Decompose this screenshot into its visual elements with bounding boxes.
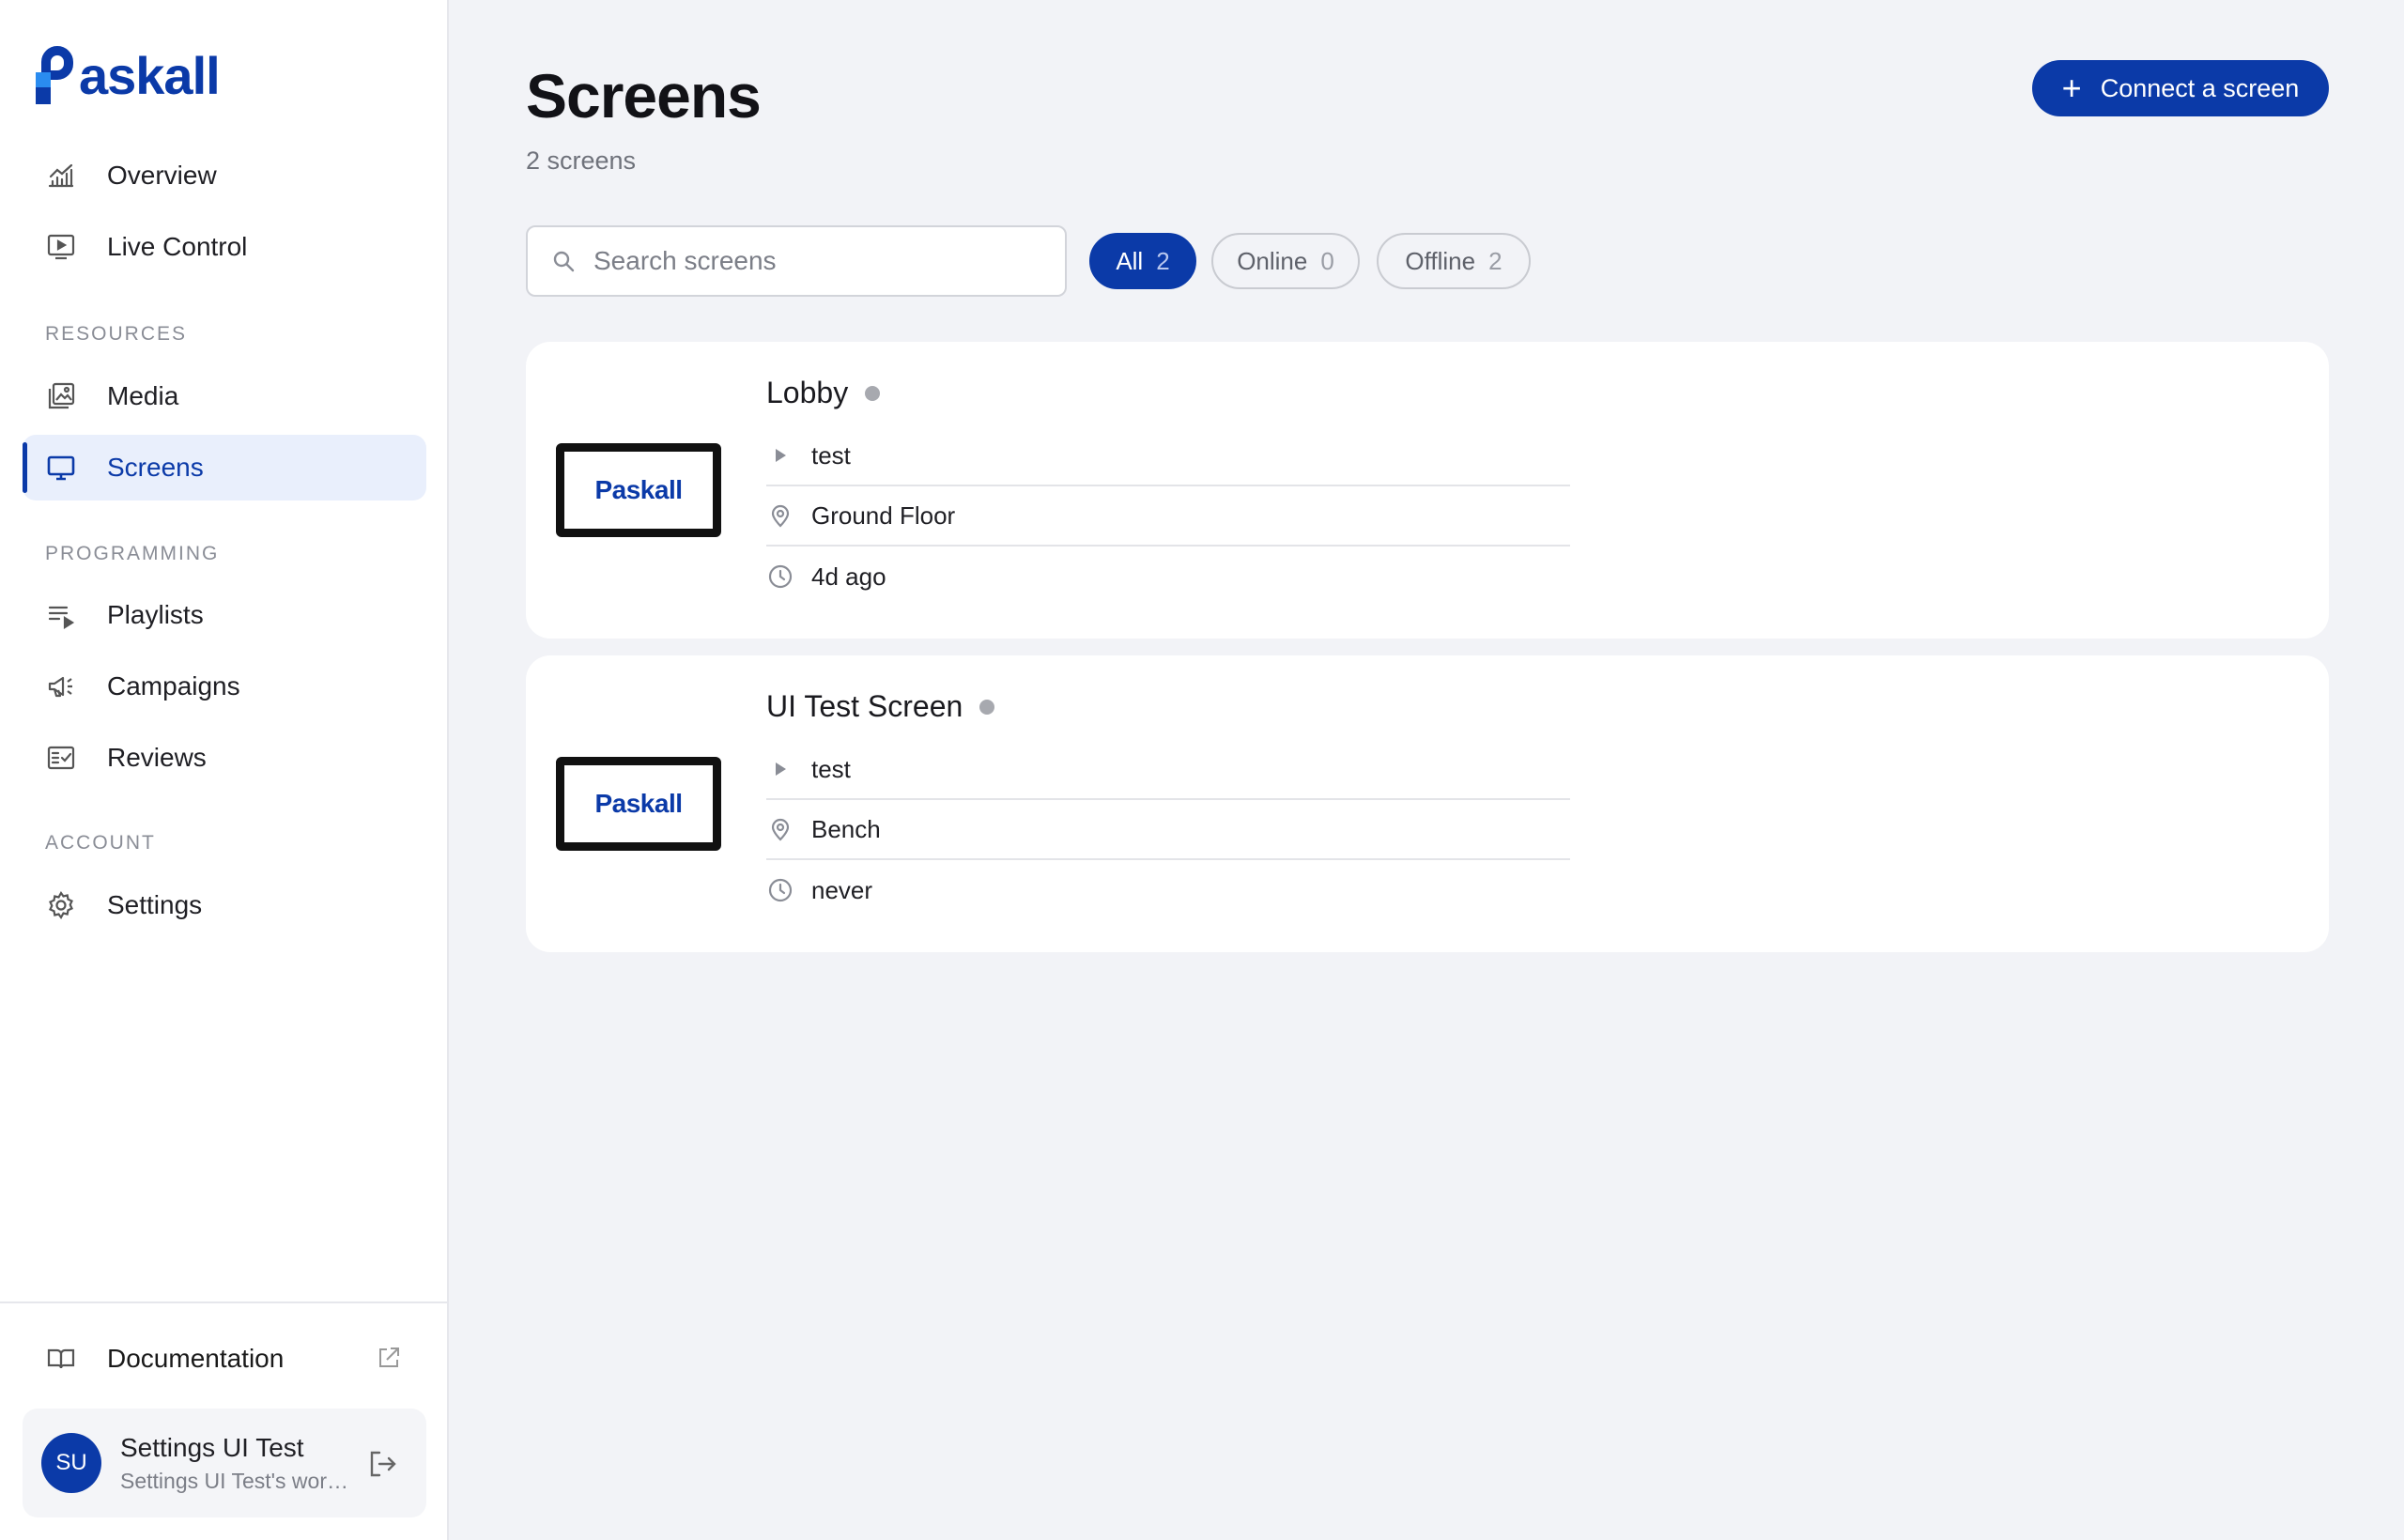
clock-icon bbox=[766, 562, 794, 591]
filter-count: 2 bbox=[1488, 246, 1502, 275]
sidebar-item-live-control[interactable]: Live Control bbox=[23, 214, 426, 280]
sidebar-item-label: Live Control bbox=[107, 232, 248, 261]
clock-icon bbox=[766, 876, 794, 904]
filter-all[interactable]: All 2 bbox=[1089, 233, 1196, 289]
gear-icon bbox=[45, 889, 77, 921]
sidebar-item-label: Settings bbox=[107, 890, 203, 919]
user-card[interactable]: SU Settings UI Test Settings UI Test's w… bbox=[23, 1409, 426, 1517]
logo-mark-icon bbox=[36, 44, 77, 106]
location-pin-icon bbox=[766, 815, 794, 843]
filter-online[interactable]: Online 0 bbox=[1211, 233, 1360, 289]
sidebar-item-playlists[interactable]: Playlists bbox=[23, 582, 426, 648]
section-label-resources: RESOURCES bbox=[45, 323, 188, 345]
user-name: Settings UI Test bbox=[120, 1432, 304, 1462]
plus-icon: + bbox=[2061, 69, 2082, 107]
chart-icon bbox=[45, 160, 77, 192]
playlist-icon bbox=[45, 599, 77, 631]
screen-thumbnail: Paskall bbox=[556, 443, 721, 537]
sidebar-item-settings[interactable]: Settings bbox=[23, 872, 426, 938]
search-input[interactable] bbox=[593, 246, 1044, 276]
screen-location: Bench bbox=[811, 814, 881, 843]
thumbnail-logo: Paskall bbox=[594, 475, 683, 504]
play-icon bbox=[766, 441, 794, 470]
screen-location-row: Ground Floor bbox=[766, 486, 1570, 547]
screen-playlist-row: test bbox=[766, 426, 1570, 486]
play-screen-icon bbox=[45, 231, 77, 263]
screen-card-ui-test-screen[interactable]: Paskall UI Test Screen test Bench never bbox=[526, 655, 2329, 952]
brand-name: askall bbox=[79, 45, 221, 105]
media-icon bbox=[45, 380, 77, 412]
filter-count: 2 bbox=[1156, 246, 1170, 275]
screen-last-seen-row: 4d ago bbox=[766, 547, 1570, 607]
screen-playlist-row: test bbox=[766, 740, 1570, 800]
screen-count: 2 screens bbox=[526, 146, 637, 175]
sidebar-item-overview[interactable]: Overview bbox=[23, 143, 426, 208]
screen-location: Ground Floor bbox=[811, 500, 956, 530]
screen-card-lobby[interactable]: Paskall Lobby test Ground Floor 4d ago bbox=[526, 342, 2329, 639]
user-workspace: Settings UI Test's workspace bbox=[120, 1468, 355, 1493]
location-pin-icon bbox=[766, 501, 794, 530]
sidebar-item-label: Screens bbox=[107, 453, 204, 482]
sidebar-item-label: Reviews bbox=[107, 743, 207, 772]
logout-icon[interactable] bbox=[366, 1448, 398, 1480]
screen-name: UI Test Screen bbox=[766, 689, 963, 723]
filter-offline[interactable]: Offline 2 bbox=[1377, 233, 1531, 289]
screen-last-seen: never bbox=[811, 875, 873, 904]
play-icon bbox=[766, 755, 794, 783]
connect-screen-label: Connect a screen bbox=[2100, 73, 2300, 102]
filter-label: All bbox=[1116, 246, 1144, 275]
sidebar-item-campaigns[interactable]: Campaigns bbox=[23, 654, 426, 719]
sidebar-item-reviews[interactable]: Reviews bbox=[23, 725, 426, 791]
screen-location-row: Bench bbox=[766, 800, 1570, 860]
screen-thumbnail: Paskall bbox=[556, 757, 721, 851]
status-dot-icon bbox=[865, 385, 881, 401]
search-icon bbox=[550, 248, 577, 274]
sidebar-item-label: Media bbox=[107, 381, 179, 410]
sidebar-divider bbox=[0, 1301, 449, 1303]
filter-label: Offline bbox=[1405, 246, 1476, 275]
external-link-icon bbox=[376, 1345, 404, 1373]
sidebar-item-screens[interactable]: Screens bbox=[23, 435, 426, 500]
connect-screen-button[interactable]: + Connect a screen bbox=[2032, 60, 2329, 116]
screen-playlist: test bbox=[811, 440, 851, 470]
avatar: SU bbox=[41, 1433, 101, 1493]
book-icon bbox=[45, 1343, 77, 1375]
documentation-label: Documentation bbox=[107, 1344, 285, 1373]
screen-name: Lobby bbox=[766, 376, 849, 409]
sidebar-item-label: Campaigns bbox=[107, 671, 240, 701]
status-dot-icon bbox=[979, 699, 995, 715]
page-title: Screens bbox=[526, 61, 762, 131]
thumbnail-logo: Paskall bbox=[594, 789, 683, 818]
monitor-icon bbox=[45, 452, 77, 484]
section-label-programming: PROGRAMMING bbox=[45, 543, 220, 564]
sidebar-item-label: Playlists bbox=[107, 600, 204, 629]
section-label-account: ACCOUNT bbox=[45, 832, 156, 854]
screen-last-seen: 4d ago bbox=[811, 562, 886, 591]
brand-logo[interactable]: askall bbox=[36, 41, 221, 109]
filter-count: 0 bbox=[1320, 246, 1334, 275]
checklist-icon bbox=[45, 742, 77, 774]
documentation-link[interactable]: Documentation bbox=[23, 1326, 426, 1392]
sidebar: askall Overview Live Control RESOURCES M… bbox=[0, 0, 449, 1540]
megaphone-icon bbox=[45, 670, 77, 702]
screen-playlist: test bbox=[811, 754, 851, 783]
screen-last-seen-row: never bbox=[766, 860, 1570, 920]
sidebar-item-label: Overview bbox=[107, 161, 217, 190]
search-box[interactable] bbox=[526, 225, 1067, 297]
filter-label: Online bbox=[1237, 246, 1308, 275]
sidebar-item-media[interactable]: Media bbox=[23, 363, 426, 429]
